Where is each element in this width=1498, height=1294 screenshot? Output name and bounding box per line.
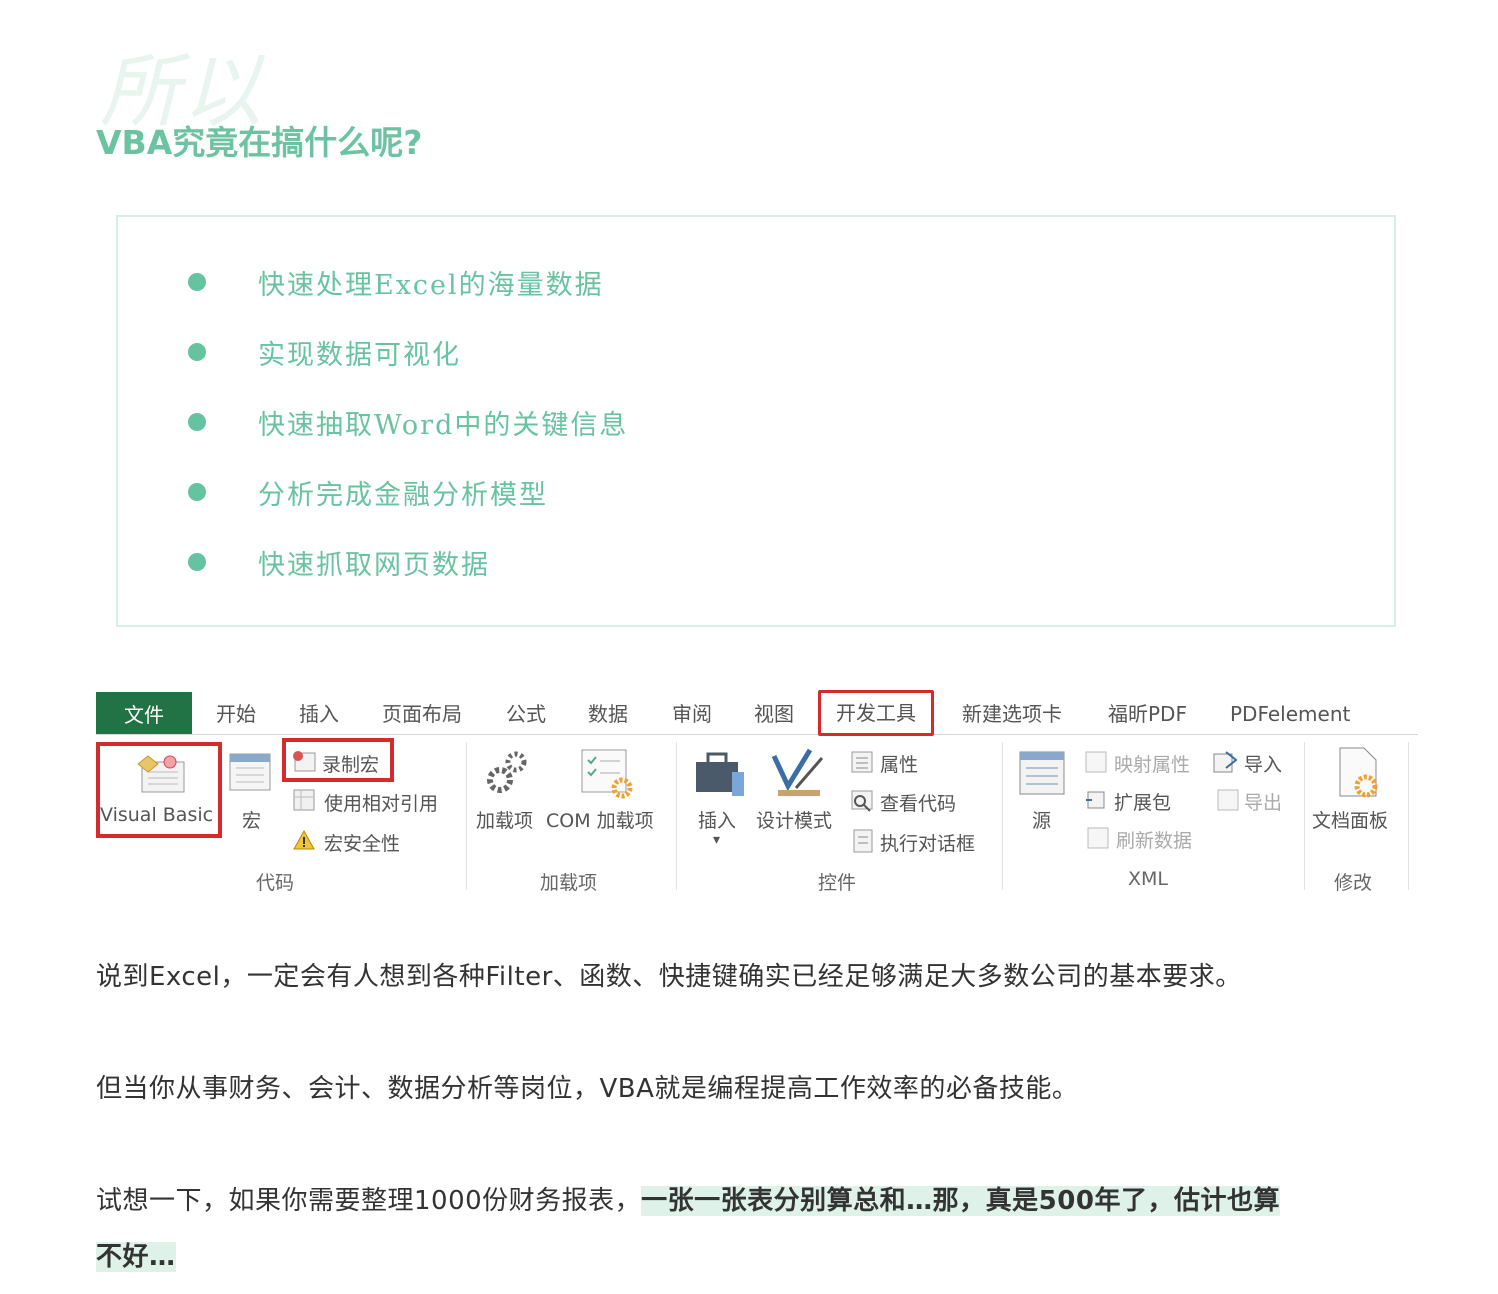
paragraph-imagine-continued: 不好… [96, 1236, 176, 1273]
tab-data[interactable]: 数据 [588, 688, 628, 734]
group-separator [1002, 742, 1003, 890]
paragraph-imagine-text: 试想一下，如果你需要整理1000份财务报表， [96, 1186, 642, 1216]
properties-icon [851, 751, 873, 773]
paragraph-imagine: 试想一下，如果你需要整理1000份财务报表，一张一张表分别算总和…那，真是500… [96, 1180, 1280, 1217]
feature-text: 快速抽取Word中的关键信息 [258, 409, 629, 441]
tab-view[interactable]: 视图 [754, 688, 794, 734]
visual-basic-icon [137, 755, 185, 793]
feature-item: 快速抽取Word中的关键信息 [188, 402, 628, 442]
feature-item: 分析完成金融分析模型 [188, 472, 548, 512]
com-addins-icon [581, 749, 633, 799]
tab-insert[interactable]: 插入 [299, 688, 339, 734]
run-dialog-button[interactable]: 执行对话框 [880, 829, 975, 856]
bullet-dot-icon [188, 273, 206, 291]
import-button[interactable]: 导入 [1244, 750, 1282, 777]
highlighted-text: 不好… [96, 1242, 176, 1272]
macro-security-button[interactable]: 宏安全性 [324, 829, 400, 856]
tab-developer[interactable]: 开发工具 [818, 690, 934, 736]
bullet-dot-icon [188, 413, 206, 431]
paragraph-vba-skill: 但当你从事财务、会计、数据分析等岗位，VBA就是编程提高工作效率的必备技能。 [96, 1074, 1079, 1104]
document-panel-button[interactable]: 文档面板 [1312, 806, 1388, 833]
gears-icon [487, 751, 527, 793]
addins-button[interactable]: 加载项 [476, 806, 533, 833]
paragraph-excel-intro: 说到Excel，一定会有人想到各种Filter、函数、快捷键确实已经足够满足大多… [96, 962, 1242, 992]
group-separator [676, 742, 677, 890]
excel-ribbon-screenshot: 文件 开始 插入 页面布局 公式 数据 审阅 视图 开发工具 新建选项卡 福昕P… [96, 688, 1418, 898]
tab-review[interactable]: 审阅 [672, 688, 712, 734]
design-mode-icon [771, 748, 824, 796]
design-mode-button[interactable]: 设计模式 [756, 806, 832, 833]
feature-list-box: 快速处理Excel的海量数据 实现数据可视化 快速抽取Word中的关键信息 分析… [116, 215, 1396, 627]
document-panel-icon [1339, 747, 1378, 798]
tab-formulas[interactable]: 公式 [506, 688, 546, 734]
ribbon-tab-bar: 文件 开始 插入 页面布局 公式 数据 审阅 视图 开发工具 新建选项卡 福昕P… [96, 688, 1418, 736]
warning-icon [293, 829, 315, 850]
export-button[interactable]: 导出 [1244, 788, 1282, 815]
feature-item: 实现数据可视化 [188, 332, 461, 372]
tab-file[interactable]: 文件 [96, 692, 192, 734]
group-label-code: 代码 [256, 872, 295, 894]
feature-text: 分析完成金融分析模型 [258, 479, 548, 511]
feature-item: 快速抓取网页数据 [188, 542, 490, 582]
insert-control-button[interactable]: 插入 [698, 806, 736, 833]
feature-text: 实现数据可视化 [258, 339, 461, 371]
visual-basic-label: Visual Basic [100, 804, 214, 826]
toolbox-icon [696, 752, 744, 796]
group-label-modify: 修改 [1334, 872, 1373, 894]
tab-new-tab[interactable]: 新建选项卡 [962, 688, 1062, 734]
expansion-packs-button[interactable]: 扩展包 [1114, 788, 1171, 815]
tab-foxit-pdf[interactable]: 福昕PDF [1108, 688, 1187, 734]
run-dialog-icon [853, 829, 873, 853]
insert-dropdown-icon[interactable]: ▾ [713, 832, 720, 848]
record-macro-button[interactable]: 录制宏 [282, 738, 394, 782]
feature-text: 快速处理Excel的海量数据 [258, 269, 604, 301]
feature-text: 快速抓取网页数据 [258, 549, 490, 581]
map-properties-button[interactable]: 映射属性 [1114, 750, 1190, 777]
record-macro-icon [293, 751, 316, 772]
macros-icon[interactable] [228, 752, 274, 794]
bullet-dot-icon [188, 343, 206, 361]
tab-page-layout[interactable]: 页面布局 [382, 688, 462, 734]
record-macro-label: 录制宏 [322, 754, 380, 776]
export-icon [1217, 789, 1239, 811]
macros-label[interactable]: 宏 [242, 806, 261, 833]
relative-reference-icon [293, 789, 315, 811]
properties-button[interactable]: 属性 [880, 750, 918, 777]
bullet-dot-icon [188, 553, 206, 571]
tab-pdfelement[interactable]: PDFelement [1230, 688, 1350, 734]
refresh-data-icon [1087, 827, 1109, 849]
expansion-packs-icon [1086, 791, 1105, 809]
section-heading: VBA究竟在搞什么呢? [96, 123, 423, 162]
group-label-xml: XML [1128, 868, 1168, 890]
view-code-icon [851, 790, 873, 812]
com-addins-button[interactable]: COM 加载项 [546, 806, 654, 833]
group-label-addins: 加载项 [540, 872, 598, 894]
group-separator [1304, 742, 1305, 890]
feature-item: 快速处理Excel的海量数据 [188, 262, 604, 302]
group-label-controls: 控件 [818, 872, 857, 894]
group-separator [466, 742, 467, 890]
import-icon [1213, 751, 1238, 773]
relative-reference-button[interactable]: 使用相对引用 [324, 789, 438, 816]
xml-source-icon [1019, 751, 1065, 795]
visual-basic-button[interactable]: Visual Basic [96, 742, 222, 838]
tab-home[interactable]: 开始 [216, 688, 256, 734]
map-properties-icon [1085, 751, 1107, 773]
bullet-dot-icon [188, 483, 206, 501]
view-code-button[interactable]: 查看代码 [880, 789, 956, 816]
group-separator [1408, 742, 1409, 890]
xml-source-button[interactable]: 源 [1032, 806, 1051, 833]
highlighted-text: 一张一张表分别算总和…那，真是500年了，估计也算 [641, 1186, 1280, 1216]
refresh-data-button[interactable]: 刷新数据 [1116, 826, 1192, 853]
